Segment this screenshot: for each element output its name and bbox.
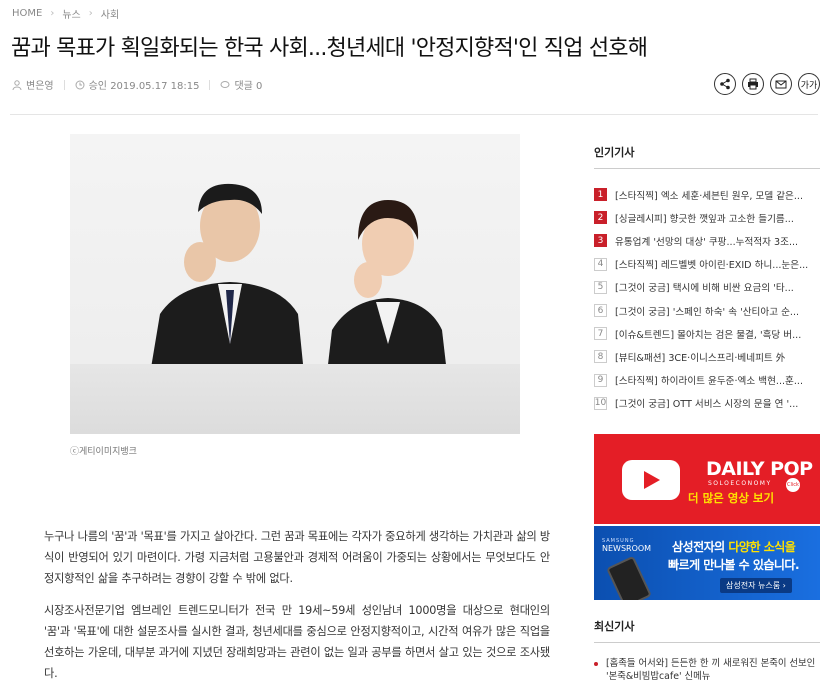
popular-item-text: 유통업계 '선망의 대상' 쿠팡...누적적자 3조...: [615, 236, 799, 248]
latest-item-text: [홈족들 어서와] 든든한 한 끼 새로워진 본죽이 선보인 '본죽&비빔밥ca…: [606, 658, 816, 682]
breadcrumb-home[interactable]: HOME: [12, 8, 42, 19]
samsung-headline-2: 빠르게 만나볼 수 있습니다.: [668, 558, 800, 572]
rank-badge: 8: [594, 350, 607, 364]
popular-item[interactable]: 2 [싱글레시피] 향긋한 깻잎과 고소한 들기름...: [594, 206, 820, 229]
meta-divider: [209, 79, 211, 90]
rank-badge: 3: [594, 234, 607, 248]
email-button[interactable]: [770, 73, 792, 95]
latest-heading: 최신기사: [594, 620, 635, 633]
print-button[interactable]: [742, 73, 764, 95]
samsung-newsroom-button[interactable]: 삼성전자 뉴스룸 ›: [720, 578, 792, 593]
share-toolbar: 가가: [714, 73, 820, 95]
samsung-headline-1: 삼성전자의 다양한 소식을: [672, 538, 796, 555]
popular-item-text: [싱글레시피] 향긋한 깻잎과 고소한 들기름...: [615, 213, 794, 225]
user-icon: [12, 79, 22, 90]
popular-item[interactable]: 6 [그것이 궁금] '스페인 하숙' 속 '산티아고 순...: [594, 299, 820, 322]
popular-item-text: [스타직찍] 하이라이트 윤두준·엑소 백현...훈...: [615, 376, 804, 388]
share-button[interactable]: [714, 73, 736, 95]
popular-item[interactable]: 9 [스타직찍] 하이라이트 윤두준·엑소 백현...훈...: [594, 369, 820, 392]
popular-item[interactable]: 10 [그것이 궁금] OTT 서비스 시장의 문을 연 '...: [594, 392, 820, 415]
article-title: 꿈과 목표가 획일화되는 한국 사회...청년세대 '안정지향적'인 직업 선호…: [11, 36, 648, 61]
popular-item-text: [그것이 궁금] '스페인 하숙' 속 '산티아고 순...: [615, 306, 800, 318]
samsung-newsroom-banner[interactable]: SAMSUNG NEWSROOM 삼성전자의 다양한 소식을 빠르게 만나볼 수…: [594, 526, 820, 600]
popular-item[interactable]: 7 [이슈&트렌드] 몰아치는 검은 물결, '흑당 버...: [594, 322, 820, 345]
rank-badge: 1: [594, 188, 607, 202]
rank-badge: 10: [594, 396, 607, 410]
article-paragraph-1: 누구나 나름의 '꿈'과 '목표'를 가지고 살아간다. 그런 꿈과 목표에는 …: [44, 530, 550, 585]
rank-badge: 5: [594, 280, 607, 294]
comment-count[interactable]: 댓글 0: [220, 77, 262, 92]
author: 변은영: [12, 77, 54, 92]
daily-pop-banner[interactable]: DAILY POP SOLOECONOMY Click 더 많은 영상 보기: [594, 434, 820, 524]
article-meta: 변은영 승인 2019.05.17 18:15 댓글 0: [12, 77, 262, 92]
popular-list: 1 [스타직찍] 엑소 세훈·세븐틴 원우, 모델 같은... 2 [싱글레시피] …: [594, 183, 820, 415]
breadcrumb: HOME › 뉴스 › 사회: [12, 6, 119, 21]
popular-item[interactable]: 5 [그것이 궁금] 택시에 비해 비싼 요금의 '타...: [594, 276, 820, 299]
header-divider: [10, 114, 818, 115]
latest-articles: 최신기사 [홈족들 어서와] 든든한 한 끼 새로워진 본죽이 선보인 '본죽&…: [594, 614, 820, 685]
popular-divider: [594, 168, 820, 169]
rank-badge: 4: [594, 257, 607, 271]
youtube-icon: [622, 460, 680, 500]
article-paragraph-2: 시장조사전문기업 엠브레인 트렌드모니터가 전국 만 19세~59세 성인남녀 …: [44, 604, 550, 680]
rank-badge: 7: [594, 327, 607, 341]
chevron-right-icon: ›: [50, 8, 55, 19]
article-photo: [70, 134, 520, 434]
popular-item[interactable]: 8 [뷰티&패션] 3CE·이니스프리·베네피트 外: [594, 345, 820, 368]
share-icon: [720, 78, 730, 90]
rank-badge: 6: [594, 304, 607, 318]
meta-divider: [63, 79, 65, 90]
comment-icon: [220, 80, 230, 88]
print-icon: [748, 78, 758, 90]
daily-pop-cta: 더 많은 영상 보기: [688, 491, 775, 505]
breadcrumb-section[interactable]: 뉴스: [62, 6, 80, 21]
popular-item-text: [그것이 궁금] 택시에 비해 비싼 요금의 '타...: [615, 283, 794, 295]
samsung-headline-1b: 다양한 소식을: [728, 540, 796, 554]
rank-badge: 9: [594, 373, 607, 387]
daily-pop-title: DAILY POP: [706, 458, 813, 480]
click-badge: Click: [786, 478, 800, 492]
popular-item-text: [그것이 궁금] OTT 서비스 시장의 문을 연 '...: [615, 399, 799, 411]
popular-articles: 인기기사 1 [스타직찍] 엑소 세훈·세븐틴 원우, 모델 같은... 2 [싱글…: [594, 134, 820, 415]
popular-item-text: [뷰티&패션] 3CE·이니스프리·베네피트 外: [615, 352, 786, 364]
table-surface: [70, 364, 520, 434]
popular-item[interactable]: 4 [스타직찍] 레드벨벳 아이린·EXID 하니...눈은...: [594, 253, 820, 276]
comment-text: 댓글 0: [234, 81, 263, 92]
latest-item[interactable]: [홈족들 어서와] 든든한 한 끼 새로워진 본죽이 선보인 '본죽&비빔밥ca…: [594, 657, 820, 685]
breadcrumb-subsection[interactable]: 사회: [101, 6, 119, 21]
play-icon: [644, 471, 660, 489]
mail-icon: [775, 80, 787, 89]
chevron-right-icon: ›: [88, 8, 93, 19]
popular-heading: 인기기사: [594, 146, 635, 159]
popular-item-text: [이슈&트렌드] 몰아치는 검은 물결, '흑당 버...: [615, 329, 802, 341]
samsung-headline-1a: 삼성전자의: [672, 540, 729, 554]
latest-divider: [594, 642, 820, 643]
phone-icon: [606, 555, 652, 600]
popular-item-text: [스타직찍] 레드벨벳 아이린·EXID 하니...눈은...: [615, 260, 809, 272]
bullet-icon: [594, 662, 598, 666]
author-name: 변은영: [26, 81, 54, 92]
samsung-newsroom-label: NEWSROOM: [602, 544, 652, 553]
approved-date: 승인 2019.05.17 18:15: [75, 77, 200, 92]
clock-icon: [75, 80, 85, 89]
font-size-button[interactable]: 가가: [798, 73, 820, 95]
rank-badge: 2: [594, 211, 607, 225]
popular-item[interactable]: 3 유통업계 '선망의 대상' 쿠팡...누적적자 3조...: [594, 229, 820, 252]
popular-item[interactable]: 1 [스타직찍] 엑소 세훈·세븐틴 원우, 모델 같은...: [594, 183, 820, 206]
daily-pop-sub: SOLOECONOMY: [708, 480, 772, 487]
photo-caption: ⓒ게티이미지뱅크: [70, 447, 137, 457]
approved-text: 승인 2019.05.17 18:15: [88, 81, 200, 92]
popular-item-text: [스타직찍] 엑소 세훈·세븐틴 원우, 모델 같은...: [615, 190, 804, 202]
